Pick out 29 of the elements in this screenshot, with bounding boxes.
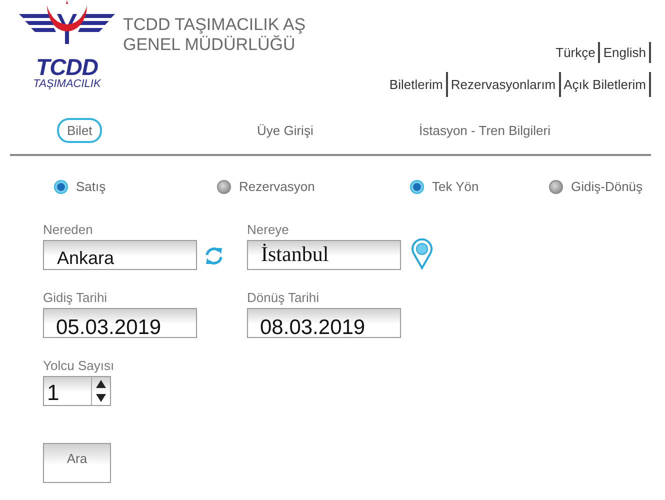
field-label: Nereden <box>43 222 94 238</box>
nav-tab[interactable]: Bilet <box>57 118 102 142</box>
location-pin-icon[interactable] <box>411 238 433 270</box>
radio-option[interactable]: Satış <box>54 179 217 194</box>
field-label: Dönüş Tarihi <box>247 290 320 306</box>
date-field[interactable]: 05.03.2019 <box>43 308 197 338</box>
language-link[interactable]: English <box>600 42 651 63</box>
company-title: TCDD TAŞIMACILIK AŞ <box>123 15 306 35</box>
logo-text: TCDD <box>36 56 98 78</box>
nav-tab[interactable]: İstasyon - Tren Bilgileri <box>417 118 560 142</box>
company-title: GENEL MÜDÜRLÜĞÜ <box>123 35 296 55</box>
logo-subtitle: TAŞIMACILIK <box>33 78 101 91</box>
account-link[interactable]: Rezervasyonlarım <box>448 72 561 97</box>
account-link[interactable]: Açık Biletlerim <box>560 72 651 97</box>
nav-tab[interactable]: Üye Girişi <box>255 118 324 142</box>
swap-icon[interactable] <box>203 245 225 267</box>
date-field[interactable]: 08.03.2019 <box>247 308 401 338</box>
radio-option[interactable]: Rezervasyon <box>217 179 410 194</box>
field-label: Yolcu Sayısı <box>43 358 116 374</box>
number-field[interactable]: 1 <box>43 376 111 406</box>
language-link[interactable]: Türkçe <box>552 42 600 63</box>
search-button[interactable]: Ara <box>43 443 111 483</box>
radio-option[interactable]: Tek Yön <box>410 179 549 194</box>
field-label: Nereye <box>247 222 290 238</box>
radio-option[interactable]: Gidiş-Dönüş <box>549 179 665 194</box>
input-field[interactable]: İstanbul <box>247 240 401 270</box>
input-field[interactable]: Ankara <box>43 240 197 270</box>
account-link[interactable]: Biletlerim <box>386 72 448 97</box>
field-label: Gidiş Tarihi <box>43 290 108 306</box>
